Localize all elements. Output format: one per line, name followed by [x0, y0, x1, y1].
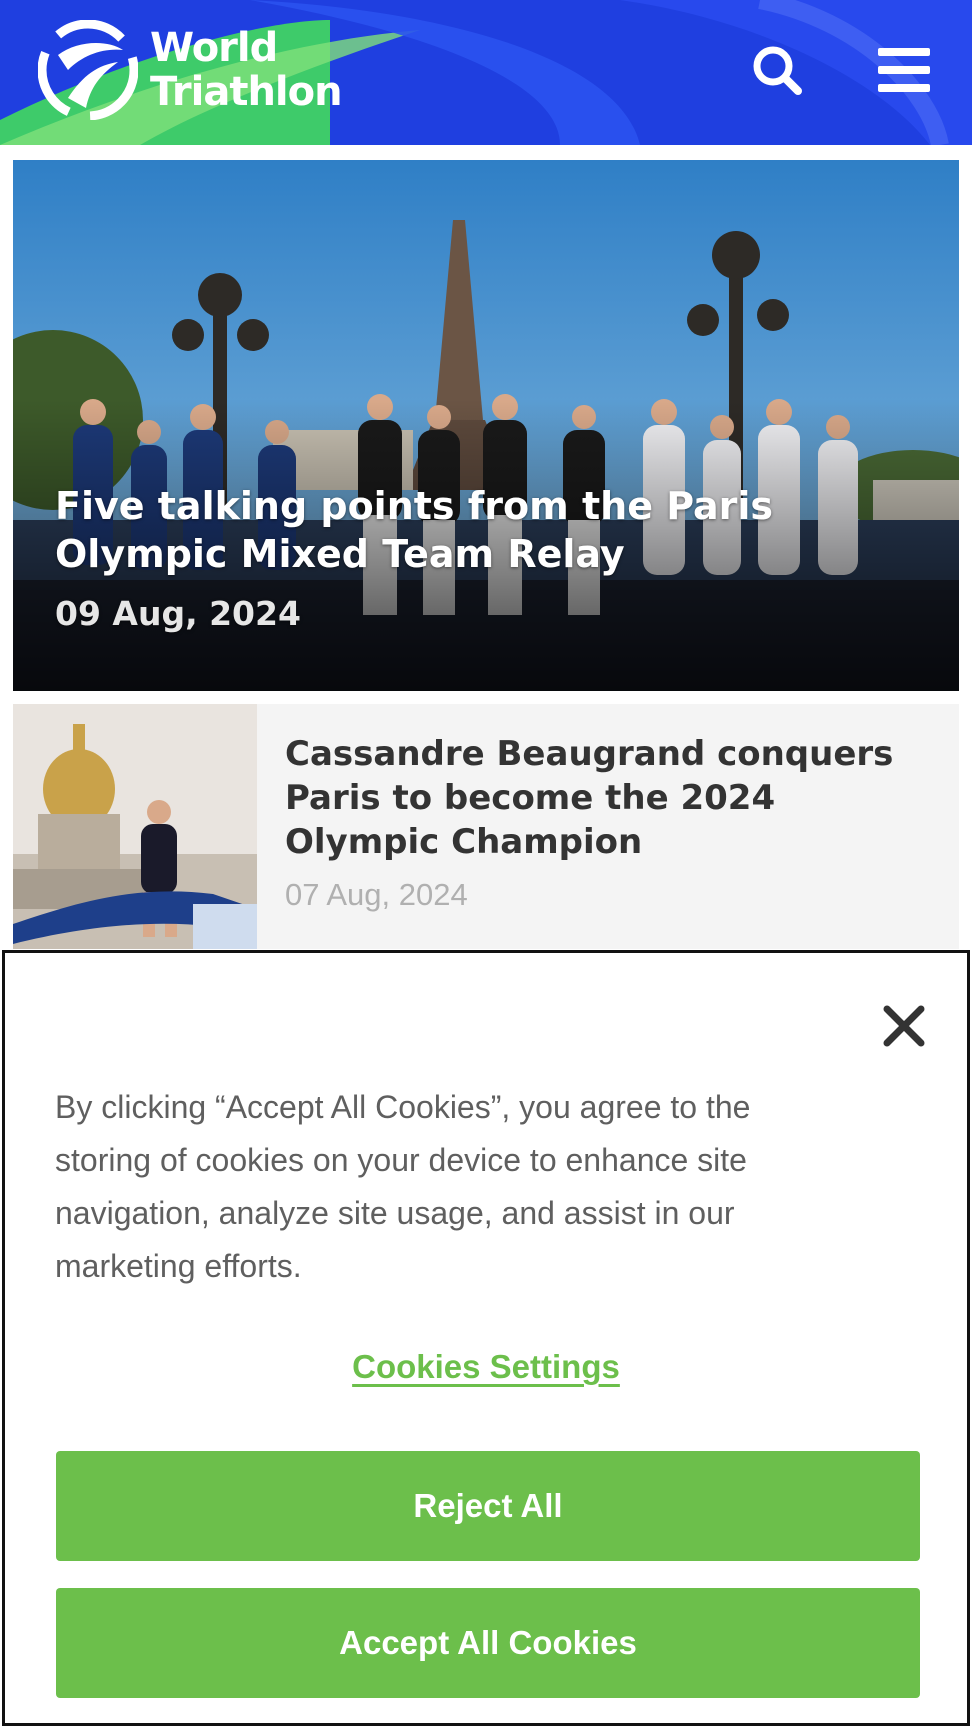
featured-article-card[interactable]: Five talking points from the Paris Olymp…	[13, 160, 959, 691]
menu-button[interactable]	[872, 38, 936, 102]
hamburger-menu-icon	[878, 48, 930, 92]
cookie-settings-container: Cookies Settings	[5, 1348, 967, 1386]
world-triathlon-logo-icon	[38, 20, 138, 120]
logo-wordmark: World Triathlon	[150, 25, 343, 115]
search-button[interactable]	[745, 38, 809, 102]
cookies-settings-link[interactable]: Cookies Settings	[352, 1348, 620, 1385]
article-title[interactable]: Cassandre Beaugrand conquers Paris to be…	[285, 732, 939, 864]
cookie-consent-banner: By clicking “Accept All Cookies”, you ag…	[2, 950, 970, 1726]
logo-line-world: World	[150, 25, 278, 71]
featured-article-date: 09 Aug, 2024	[55, 594, 301, 633]
search-icon	[753, 46, 802, 95]
featured-article-title[interactable]: Five talking points from the Paris Olymp…	[55, 482, 919, 578]
article-card[interactable]: Cassandre Beaugrand conquers Paris to be…	[13, 704, 959, 949]
article-thumbnail-image	[13, 704, 257, 949]
logo-line-triathlon: Triathlon	[150, 69, 343, 115]
reject-all-button[interactable]: Reject All	[56, 1451, 920, 1561]
featured-article-text: Five talking points from the Paris Olymp…	[55, 482, 919, 634]
article-date: 07 Aug, 2024	[285, 877, 468, 912]
close-icon	[883, 1005, 925, 1047]
accept-all-cookies-button[interactable]: Accept All Cookies	[56, 1588, 920, 1698]
cookie-consent-text: By clicking “Accept All Cookies”, you ag…	[55, 1089, 751, 1284]
article-text: Cassandre Beaugrand conquers Paris to be…	[285, 732, 939, 914]
site-logo[interactable]: World Triathlon	[38, 20, 343, 120]
site-header: World Triathlon	[0, 0, 972, 145]
close-banner-button[interactable]	[879, 1001, 929, 1051]
